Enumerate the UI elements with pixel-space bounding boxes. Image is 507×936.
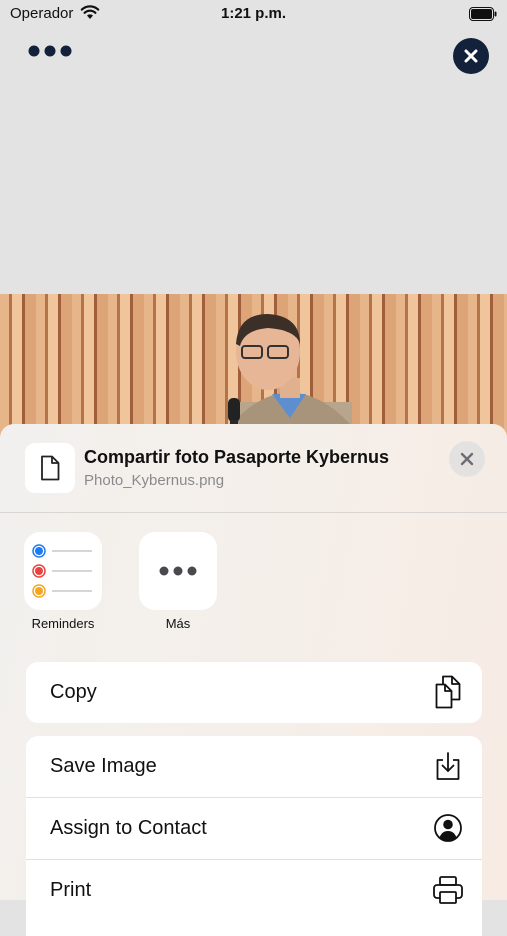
actions-group-main: Save Image Assign to Contact Print (26, 736, 482, 936)
copy-action-label: Copy (50, 681, 97, 703)
close-icon (464, 49, 478, 63)
more-apps-label: Más (165, 616, 191, 631)
save-image-action[interactable]: Save Image (26, 736, 482, 797)
share-sheet-close-button[interactable] (449, 441, 485, 477)
file-thumbnail (25, 443, 75, 493)
share-sheet-title: Compartir foto Pasaporte Kybernus (84, 447, 390, 467)
ellipsis-icon (28, 45, 72, 57)
assign-to-contact-action[interactable]: Assign to Contact (26, 798, 482, 859)
more-apps-button[interactable] (139, 532, 217, 610)
printer-icon (432, 874, 464, 906)
ellipsis-icon (159, 566, 197, 576)
reminders-icon (32, 544, 92, 598)
actions-group-copy: Copy (26, 662, 482, 723)
copy-icon (432, 675, 464, 709)
person-circle-icon (432, 812, 464, 844)
save-download-icon (432, 750, 464, 782)
print-action[interactable]: Print (26, 860, 482, 921)
close-button[interactable] (453, 38, 489, 74)
share-sheet-filename: Photo_Kybernus.png (84, 472, 225, 489)
document-icon (41, 455, 60, 481)
save-image-label: Save Image (50, 755, 157, 777)
reminders-app-label: Reminders (31, 616, 95, 631)
status-bar: Operador 1:21 p.m. (0, 0, 507, 28)
print-label: Print (50, 879, 92, 901)
more-options-button[interactable] (28, 44, 74, 62)
header-divider (0, 512, 507, 513)
copy-action[interactable]: Copy (26, 662, 482, 723)
close-icon (460, 452, 474, 466)
battery-icon (469, 7, 497, 26)
clock-time: 1:21 p.m. (220, 5, 287, 22)
reminders-app-button[interactable] (24, 532, 102, 610)
assign-to-contact-label: Assign to Contact (50, 817, 207, 839)
